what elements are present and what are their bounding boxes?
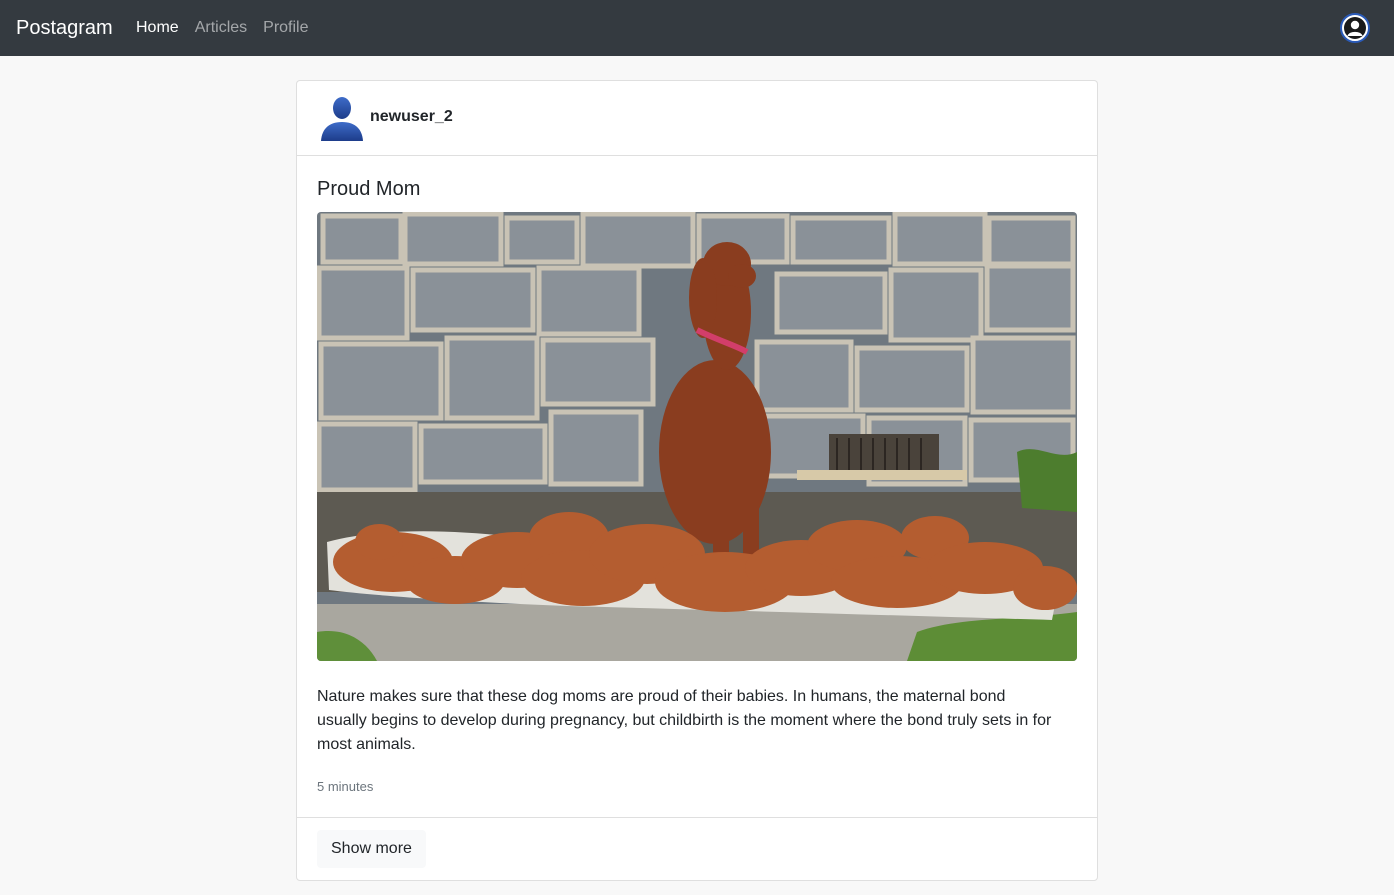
show-more-button[interactable]: Show more bbox=[317, 830, 426, 868]
author-avatar-icon[interactable] bbox=[317, 95, 367, 141]
post-card-footer: Show more bbox=[297, 817, 1097, 880]
post-image bbox=[317, 212, 1077, 661]
brand-logo[interactable]: Postagram bbox=[16, 14, 113, 42]
nav-link-articles[interactable]: Articles bbox=[195, 14, 247, 42]
post-card: newuser_2 Proud Mom Nature makes sure th… bbox=[296, 80, 1098, 881]
nav-links: Home Articles Profile bbox=[136, 14, 325, 42]
author-username[interactable]: newuser_2 bbox=[370, 106, 453, 128]
post-timestamp: 5 minutes bbox=[317, 779, 374, 794]
top-navbar: Postagram Home Articles Profile bbox=[0, 0, 1394, 56]
post-body: Nature makes sure that these dog moms ar… bbox=[317, 688, 1052, 753]
nav-link-profile[interactable]: Profile bbox=[263, 14, 308, 42]
nav-link-home[interactable]: Home bbox=[136, 14, 179, 42]
post-title: Proud Mom bbox=[317, 178, 421, 200]
user-avatar-icon[interactable] bbox=[1340, 13, 1370, 43]
user-silhouette-icon bbox=[1344, 17, 1366, 39]
dog-with-puppies-photo bbox=[317, 212, 1077, 661]
post-card-header: newuser_2 bbox=[297, 81, 1097, 156]
